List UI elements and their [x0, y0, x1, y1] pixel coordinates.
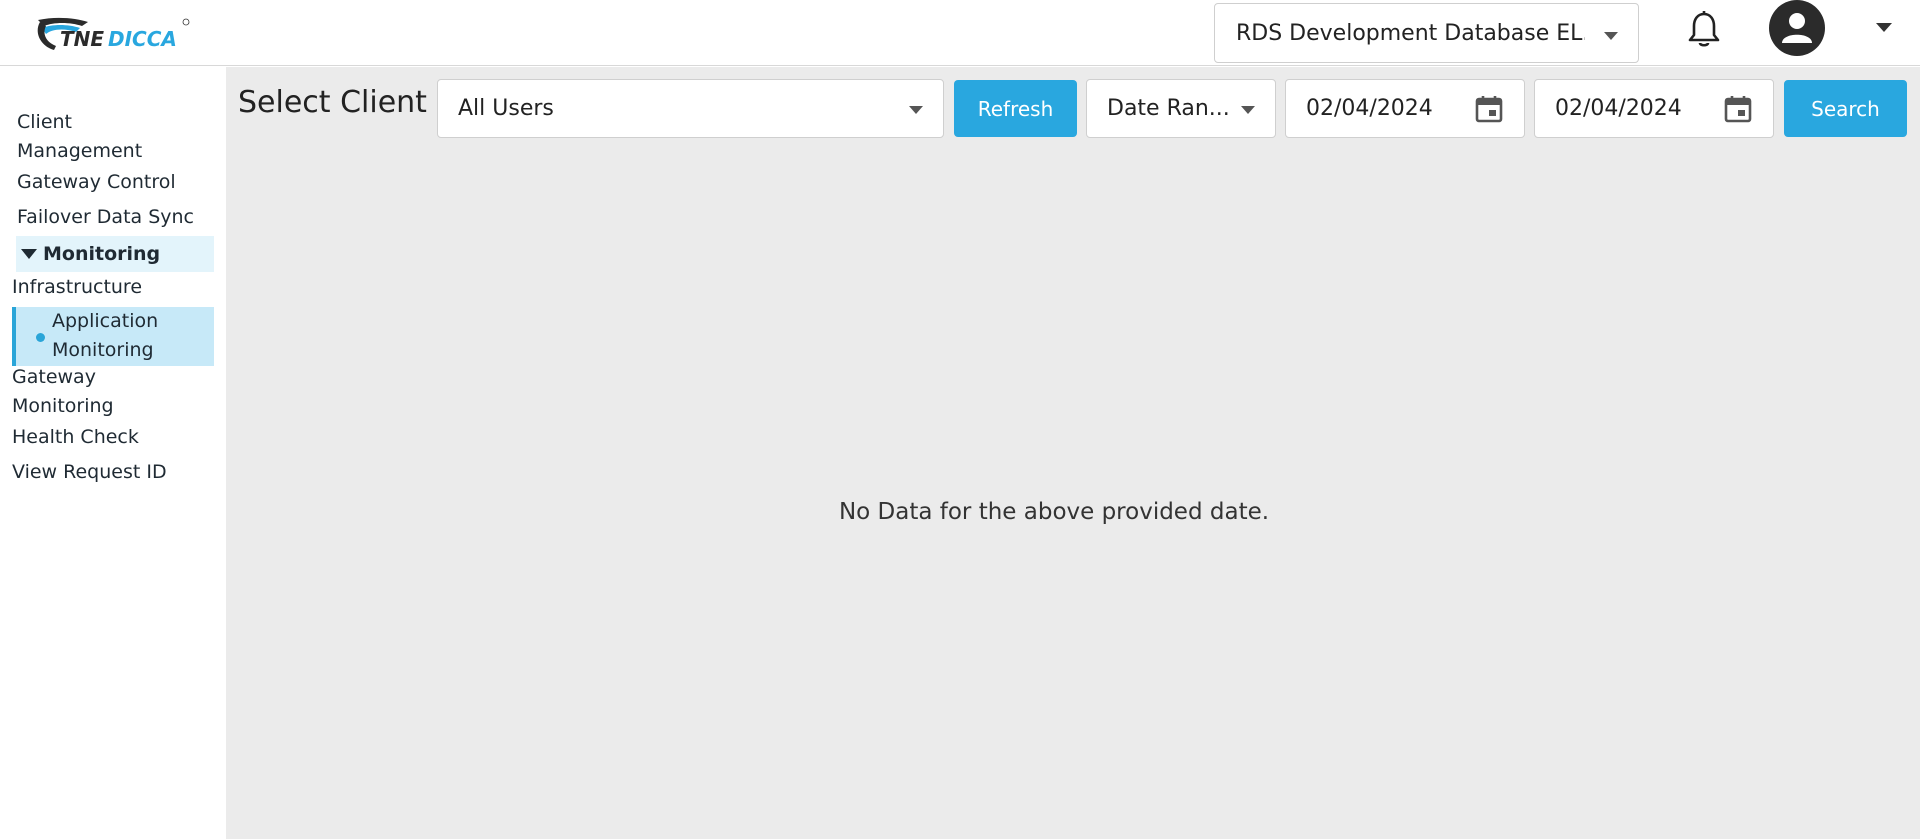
bell-icon[interactable] — [1685, 10, 1723, 50]
start-date-field[interactable]: 02/04/2024 — [1285, 79, 1525, 138]
chevron-down-icon — [1241, 106, 1255, 114]
caret-down-icon — [21, 249, 37, 259]
empty-state-message: No Data for the above provided date. — [226, 499, 1920, 525]
brand-logo[interactable]: TNE DICCA — [36, 16, 192, 56]
select-client-label: Select Client — [238, 85, 427, 120]
start-date-value: 02/04/2024 — [1306, 96, 1433, 121]
sidebar: Client Management Gateway Control Failov… — [0, 66, 226, 839]
sidebar-item-health-check[interactable]: Health Check — [12, 423, 139, 452]
sidebar-item-failover-data-sync[interactable]: Failover Data Sync — [17, 203, 194, 232]
chevron-down-icon — [1604, 32, 1618, 40]
sidebar-group-monitoring[interactable]: Monitoring — [16, 236, 214, 272]
sidebar-item-gateway-monitoring[interactable]: Gateway Monitoring — [12, 363, 114, 421]
database-select[interactable]: RDS Development Database EL... — [1214, 3, 1639, 63]
sidebar-item-client-management[interactable]: Client Management — [17, 108, 142, 166]
sidebar-item-infrastructure[interactable]: Infrastructure — [12, 273, 142, 302]
end-date-value: 02/04/2024 — [1555, 96, 1682, 121]
client-select[interactable]: All Users — [437, 79, 944, 138]
end-date-field[interactable]: 02/04/2024 — [1534, 79, 1774, 138]
calendar-icon[interactable] — [1474, 94, 1504, 124]
search-button[interactable]: Search — [1784, 80, 1907, 137]
sidebar-item-label: Application Monitoring — [52, 310, 159, 361]
user-avatar-icon[interactable] — [1769, 0, 1825, 56]
sidebar-item-view-request-id[interactable]: View Request ID — [12, 458, 167, 487]
sidebar-group-label: Monitoring — [43, 243, 161, 265]
refresh-button[interactable]: Refresh — [954, 80, 1077, 137]
sidebar-item-application-monitoring[interactable]: Application Monitoring — [12, 307, 214, 366]
database-select-value: RDS Development Database EL... — [1236, 20, 1585, 46]
sidebar-item-gateway-control[interactable]: Gateway Control — [17, 168, 176, 197]
active-dot-icon — [36, 333, 45, 342]
main-content: Select Client All Users Refresh Date Ran… — [226, 67, 1920, 839]
calendar-icon[interactable] — [1723, 94, 1753, 124]
chevron-down-icon — [909, 106, 923, 114]
logo-text-part-2: DICCA — [108, 27, 177, 51]
client-select-value: All Users — [458, 96, 554, 121]
date-range-select[interactable]: Date Ran... — [1086, 79, 1276, 138]
user-menu-chevron-icon[interactable] — [1876, 23, 1892, 32]
top-header: TNE DICCA RDS Development Database EL... — [0, 0, 1920, 66]
empty-state-text: No Data for the above provided date. — [838, 499, 1270, 525]
date-range-select-value: Date Ran... — [1107, 96, 1230, 121]
logo-text-part-1: TNE — [60, 27, 104, 51]
